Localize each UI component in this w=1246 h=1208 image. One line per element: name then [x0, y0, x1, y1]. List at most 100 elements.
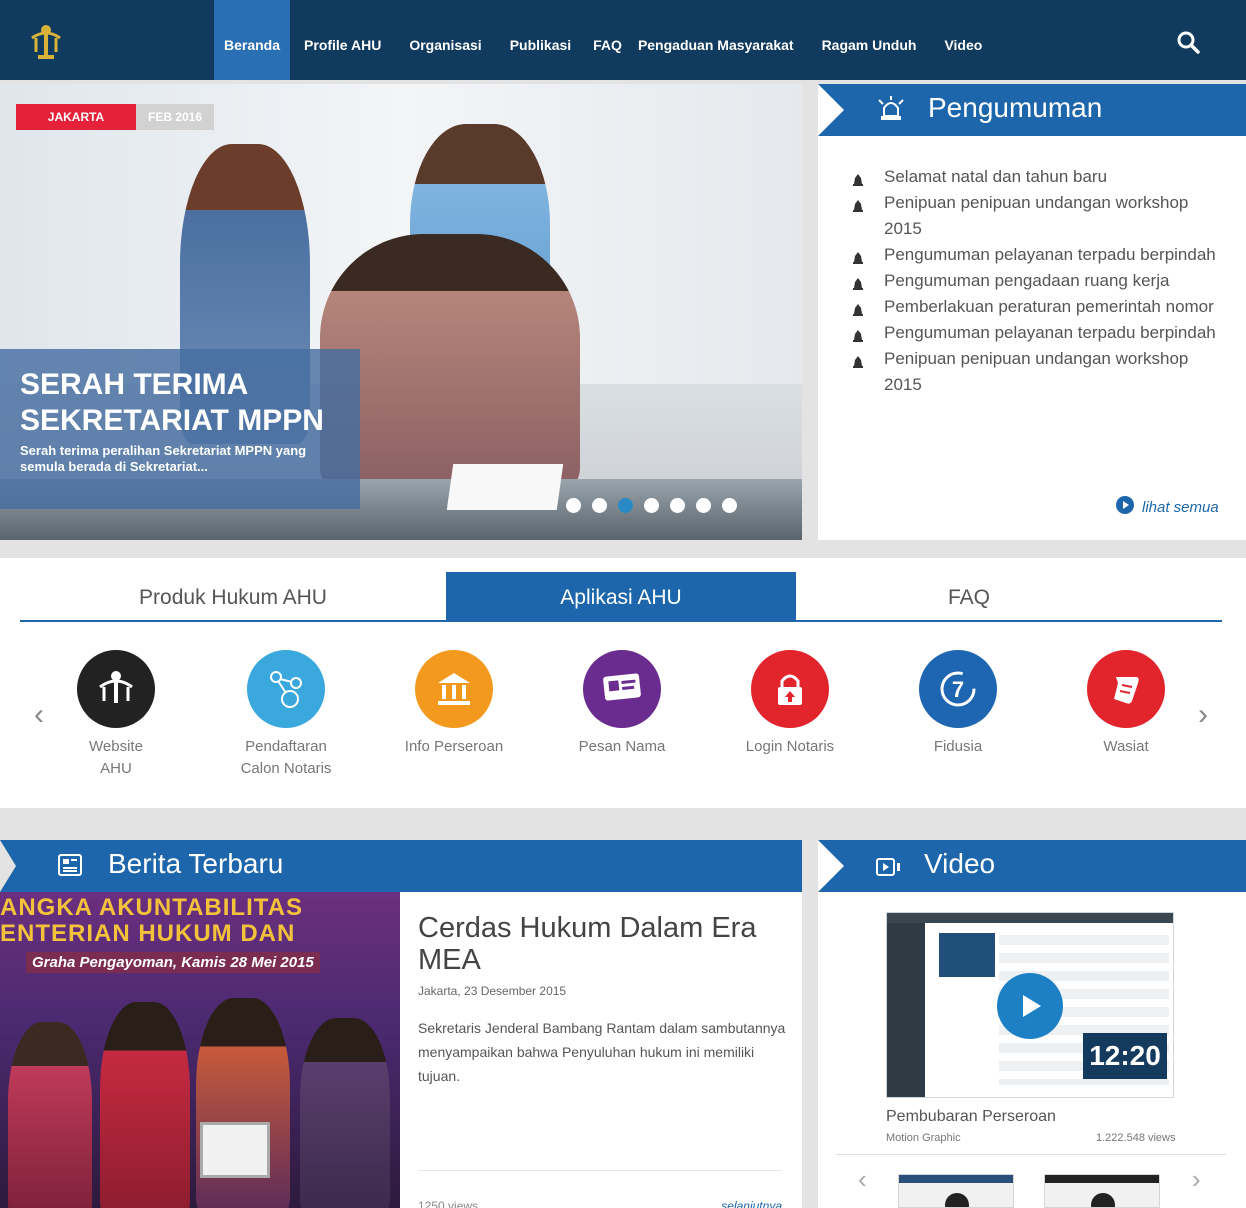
- search-icon[interactable]: [1176, 30, 1202, 56]
- app-wasiat[interactable]: Wasiat: [1046, 650, 1206, 758]
- play-icon[interactable]: [997, 973, 1063, 1039]
- header-arrow: [818, 84, 844, 136]
- nav-item-ragam-unduh[interactable]: Ragam Unduh: [808, 0, 931, 80]
- news-footer: 1250 views selanjutnya: [418, 1170, 782, 1208]
- slider-dot[interactable]: [670, 498, 685, 513]
- pengumuman-item[interactable]: Pengumuman pengadaan ruang kerja: [852, 268, 1222, 294]
- nav-item-publikasi[interactable]: Publikasi: [496, 0, 585, 80]
- app-label: Info Perseroan: [404, 738, 504, 755]
- megaphone-icon: [876, 96, 906, 129]
- tab-faq[interactable]: FAQ: [796, 572, 1142, 620]
- svg-text:7: 7: [952, 677, 964, 702]
- slider-dot-active[interactable]: [618, 498, 633, 513]
- pengumuman-item-label: Selamat natal dan tahun baru: [884, 167, 1108, 186]
- video-panel: Video 12:20 Pembubaran Perseroan Motion …: [818, 840, 1246, 1208]
- hero-city-tag: JAKARTA: [16, 104, 136, 130]
- bank-icon: [415, 650, 493, 728]
- video-prev-arrow[interactable]: ‹: [858, 1164, 867, 1195]
- app-fidusia[interactable]: 7 Fidusia: [878, 650, 1038, 758]
- scroll-icon: [1087, 650, 1165, 728]
- app-login-notaris[interactable]: Login Notaris: [710, 650, 870, 758]
- pengumuman-panel: Pengumuman Selamat natal dan tahun baru …: [818, 84, 1246, 540]
- pengumuman-item-label: Penipuan penipuan undangan workshop 2015: [884, 349, 1189, 394]
- pengayoman-logo-icon[interactable]: [30, 22, 62, 62]
- apps-tabs: Produk Hukum AHU Aplikasi AHU FAQ: [20, 572, 1222, 622]
- video-small-thumbnail[interactable]: [1044, 1174, 1160, 1208]
- slider-dot[interactable]: [644, 498, 659, 513]
- app-label: Pesan Nama: [578, 738, 666, 755]
- nav-item-pengaduan[interactable]: Pengaduan Masyarakat: [630, 0, 808, 80]
- news-image[interactable]: ANGKA AKUNTABILITAS ENTERIAN HUKUM DAN G…: [0, 892, 400, 1208]
- news-person: [100, 1002, 190, 1208]
- berita-body: ANGKA AKUNTABILITAS ENTERIAN HUKUM DAN G…: [0, 892, 802, 1208]
- pengumuman-item[interactable]: Selamat natal dan tahun baru: [852, 164, 1222, 190]
- news-more-link[interactable]: selanjutnya: [721, 1199, 782, 1208]
- news-views: 1250 views: [418, 1199, 479, 1208]
- video-item-title[interactable]: Pembubaran Perseroan: [886, 1108, 1056, 1126]
- network-icon: [247, 650, 325, 728]
- berita-header: Berita Terbaru: [0, 840, 802, 892]
- pengumuman-item-label: Pengumuman pelayanan terpadu berpindah: [884, 323, 1216, 342]
- video-next-arrow[interactable]: ›: [1192, 1164, 1201, 1195]
- pengumuman-item[interactable]: Penipuan penipuan undangan workshop 2015: [852, 346, 1222, 398]
- clock-7-icon: 7: [919, 650, 997, 728]
- news-headline[interactable]: Cerdas Hukum Dalam Era MEA: [418, 912, 778, 976]
- slider-dot[interactable]: [696, 498, 711, 513]
- app-label: Wasiat: [1103, 738, 1149, 755]
- id-card-icon: [583, 650, 661, 728]
- app-pesan-nama[interactable]: Pesan Nama: [542, 650, 702, 758]
- header-arrow: [0, 840, 16, 892]
- news-person: [300, 1018, 390, 1208]
- apps-section: Produk Hukum AHU Aplikasi AHU FAQ ‹ › We…: [0, 558, 1246, 808]
- pengumuman-title: Pengumuman: [928, 92, 1103, 123]
- thumb-titlebar: [887, 913, 1173, 923]
- app-label: Website AHU: [89, 738, 143, 777]
- nav-item-organisasi[interactable]: Organisasi: [395, 0, 495, 80]
- video-thumbnail[interactable]: 12:20: [886, 912, 1174, 1098]
- news-image-caption: Graha Pengayoman, Kamis 28 Mei 2015: [26, 952, 320, 973]
- thumb-sidebar: [887, 923, 925, 1097]
- nav-item-profile-ahu[interactable]: Profile AHU: [290, 0, 395, 80]
- slider-dot[interactable]: [592, 498, 607, 513]
- nav-item-faq[interactable]: FAQ: [585, 0, 630, 80]
- thumb-box: [939, 933, 995, 977]
- lihat-semua-link[interactable]: lihat semua: [1116, 496, 1219, 518]
- thumb-bar: [1045, 1175, 1159, 1183]
- slider-dot[interactable]: [722, 498, 737, 513]
- play-circle-icon: [1116, 496, 1134, 518]
- lihat-semua-label: lihat semua: [1142, 498, 1219, 516]
- app-pendaftaran-calon-notaris[interactable]: Pendaftaran Calon Notaris: [206, 650, 366, 780]
- news-date: Jakarta, 23 Desember 2015: [418, 984, 567, 998]
- pengumuman-item[interactable]: Pemberlakuan peraturan pemerintah nomor: [852, 294, 1222, 320]
- pengumuman-item[interactable]: Pengumuman pelayanan terpadu berpindah: [852, 242, 1222, 268]
- slider-dot[interactable]: [566, 498, 581, 513]
- app-website-ahu[interactable]: Website AHU: [36, 650, 196, 780]
- pengumuman-item[interactable]: Penipuan penipuan undangan workshop 2015: [852, 190, 1222, 242]
- pengayoman-logo-icon: [77, 650, 155, 728]
- video-views: 1.222.548 views: [1096, 1132, 1176, 1144]
- app-label: Pendaftaran Calon Notaris: [240, 738, 332, 777]
- hero-caption[interactable]: SERAH TERIMA SEKRETARIAT MPPN Serah teri…: [0, 349, 360, 509]
- tab-produk-hukum[interactable]: Produk Hukum AHU: [20, 572, 446, 620]
- play-icon: [945, 1193, 969, 1207]
- nav-item-beranda[interactable]: Beranda: [214, 0, 291, 80]
- page: Beranda Profile AHU Organisasi Publikasi…: [0, 0, 1246, 1208]
- lock-icon: [751, 650, 829, 728]
- pengumuman-item-label: Pemberlakuan peraturan pemerintah nomor: [884, 297, 1214, 316]
- newspaper-icon: [58, 854, 82, 881]
- main-menu: Beranda Profile AHU Organisasi Publikasi…: [214, 0, 996, 80]
- pengumuman-header: Pengumuman: [818, 84, 1246, 136]
- hero-title: SERAH TERIMA SEKRETARIAT MPPN: [20, 368, 324, 437]
- news-image-banner: ANGKA AKUNTABILITAS: [0, 894, 303, 921]
- app-info-perseroan[interactable]: Info Perseroan: [374, 650, 534, 758]
- video-category: Motion Graphic: [886, 1132, 961, 1144]
- thumb-bar: [899, 1175, 1013, 1183]
- bell-icon: [852, 196, 864, 222]
- bell-icon: [852, 352, 864, 378]
- video-title: Video: [924, 848, 996, 879]
- video-small-thumbnail[interactable]: [898, 1174, 1014, 1208]
- nav-item-video[interactable]: Video: [930, 0, 996, 80]
- pengumuman-item[interactable]: Pengumuman pelayanan terpadu berpindah: [852, 320, 1222, 346]
- app-label: Fidusia: [933, 738, 983, 755]
- tab-aplikasi-ahu[interactable]: Aplikasi AHU: [446, 572, 796, 620]
